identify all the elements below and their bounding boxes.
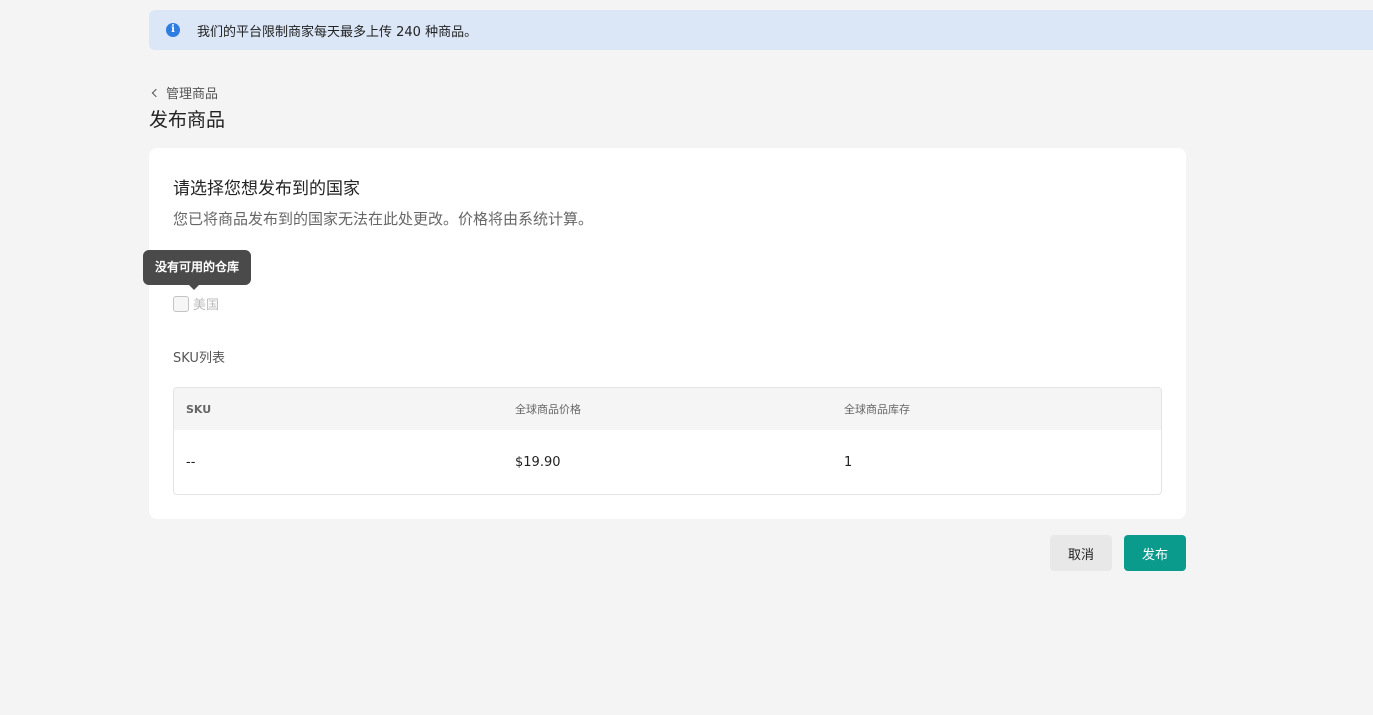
country-checkbox-us[interactable] bbox=[173, 295, 189, 312]
sku-table-header: SKU 全球商品价格 全球商品库存 bbox=[174, 388, 1161, 430]
cell-stock: 1 bbox=[844, 454, 853, 470]
column-header-sku: SKU bbox=[186, 402, 212, 416]
country-section-title: 请选择您想发布到的国家 bbox=[173, 179, 360, 199]
sku-table: SKU 全球商品价格 全球商品库存 -- $19.90 1 bbox=[173, 387, 1162, 495]
country-section-description: 您已将商品发布到的国家无法在此处更改。价格将由系统计算。 bbox=[173, 210, 594, 228]
cell-price: $19.90 bbox=[515, 454, 561, 470]
column-header-price: 全球商品价格 bbox=[515, 403, 581, 416]
publish-button[interactable]: 发布 bbox=[1124, 535, 1186, 571]
info-icon: i bbox=[166, 23, 180, 37]
cancel-button[interactable]: 取消 bbox=[1050, 535, 1112, 571]
breadcrumb-label: 管理商品 bbox=[166, 87, 219, 102]
column-header-stock: 全球商品库存 bbox=[844, 403, 910, 416]
notice-text: 我们的平台限制商家每天最多上传 240 种商品。 bbox=[197, 24, 478, 40]
chevron-left-icon bbox=[151, 88, 161, 98]
sku-list-heading: SKU列表 bbox=[173, 351, 225, 366]
page-title: 发布商品 bbox=[149, 109, 226, 131]
no-warehouse-tooltip: 没有可用的仓库 bbox=[143, 250, 252, 290]
table-row: -- $19.90 1 bbox=[174, 430, 1161, 494]
country-option-us[interactable]: 美国 bbox=[173, 294, 219, 313]
upload-limit-notice: i 我们的平台限制商家每天最多上传 240 种商品。 bbox=[149, 10, 1373, 50]
breadcrumb-back-link[interactable]: 管理商品 bbox=[151, 83, 219, 102]
country-option-label: 美国 bbox=[193, 298, 220, 313]
publish-card: 请选择您想发布到的国家 您已将商品发布到的国家无法在此处更改。价格将由系统计算。… bbox=[143, 148, 1186, 519]
cell-sku: -- bbox=[186, 454, 196, 470]
